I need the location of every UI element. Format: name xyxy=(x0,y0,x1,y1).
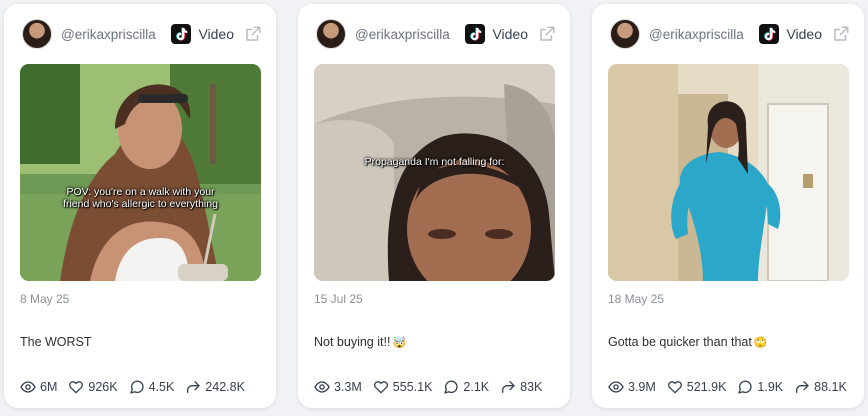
likes-stat: 521.9K xyxy=(667,379,727,395)
comments-count: 2.1K xyxy=(463,380,490,394)
avatar[interactable] xyxy=(610,19,640,49)
video-overlay-text: Propaganda I'm not falling for: xyxy=(364,156,505,168)
views-count: 3.3M xyxy=(334,380,362,394)
tiktok-icon xyxy=(465,24,485,44)
likes-stat: 926K xyxy=(68,379,118,395)
heart-icon xyxy=(68,379,84,395)
comment-icon xyxy=(443,379,459,395)
platform-label: Video xyxy=(198,26,234,42)
share-icon xyxy=(794,379,810,395)
comments-stat: 2.1K xyxy=(443,379,489,395)
username[interactable]: @erikaxpriscilla xyxy=(649,27,744,42)
heart-icon xyxy=(667,379,683,395)
external-link-icon[interactable] xyxy=(832,25,850,43)
video-thumbnail[interactable] xyxy=(608,64,849,281)
post-date: 18 May 25 xyxy=(608,292,665,306)
external-link-icon[interactable] xyxy=(538,25,556,43)
views-count: 3.9M xyxy=(628,380,656,394)
external-link-icon[interactable] xyxy=(244,25,262,43)
video-card[interactable]: @erikaxpriscilla Video Propaganda I'm no… xyxy=(298,4,570,408)
video-card[interactable]: @erikaxpriscilla Video 18 May 25 Gotta b… xyxy=(592,4,864,408)
post-caption: Not buying it!! 🤯 xyxy=(314,335,407,349)
views-stat: 6M xyxy=(20,379,57,395)
post-caption: The WORST xyxy=(20,335,92,349)
post-date: 8 May 25 xyxy=(20,292,70,306)
engagement-stats: 3.3M 555.1K 2.1K 83K xyxy=(314,379,553,395)
card-header: @erikaxpriscilla Video xyxy=(22,19,262,49)
caption-emoji: 🙄 xyxy=(753,337,768,349)
views-stat: 3.9M xyxy=(608,379,656,395)
eye-icon xyxy=(314,379,330,395)
share-icon xyxy=(185,379,201,395)
username[interactable]: @erikaxpriscilla xyxy=(61,27,156,42)
comments-count: 4.5K xyxy=(148,380,175,394)
tiktok-icon xyxy=(171,24,191,44)
video-thumbnail[interactable]: POV: you're on a walk with your friend w… xyxy=(20,64,261,281)
comments-stat: 4.5K xyxy=(129,379,175,395)
views-count: 6M xyxy=(40,380,58,394)
comment-icon xyxy=(129,379,145,395)
eye-icon xyxy=(608,379,624,395)
comment-icon xyxy=(737,379,753,395)
post-caption: Gotta be quicker than that 🙄 xyxy=(608,335,768,349)
video-card[interactable]: @erikaxpriscilla Video POV: you're on a … xyxy=(4,4,276,408)
views-stat: 3.3M xyxy=(314,379,362,395)
share-icon xyxy=(500,379,516,395)
comments-count: 1.9K xyxy=(757,380,784,394)
video-thumbnail[interactable]: Propaganda I'm not falling for: xyxy=(314,64,555,281)
engagement-stats: 6M 926K 4.5K 242.8K xyxy=(20,379,256,395)
avatar[interactable] xyxy=(316,19,346,49)
post-date: 15 Jul 25 xyxy=(314,292,363,306)
shares-stat: 242.8K xyxy=(185,379,245,395)
username[interactable]: @erikaxpriscilla xyxy=(355,27,450,42)
shares-count: 88.1K xyxy=(814,380,847,394)
likes-count: 926K xyxy=(88,380,118,394)
platform-label: Video xyxy=(786,26,822,42)
eye-icon xyxy=(20,379,36,395)
engagement-stats: 3.9M 521.9K 1.9K 88.1K xyxy=(608,379,858,395)
platform-label: Video xyxy=(492,26,528,42)
shares-count: 242.8K xyxy=(205,380,245,394)
card-header: @erikaxpriscilla Video xyxy=(316,19,556,49)
shares-stat: 88.1K xyxy=(794,379,847,395)
likes-count: 521.9K xyxy=(686,380,727,394)
shares-count: 83K xyxy=(520,380,543,394)
card-header: @erikaxpriscilla Video xyxy=(610,19,850,49)
avatar[interactable] xyxy=(22,19,52,49)
likes-stat: 555.1K xyxy=(373,379,433,395)
tiktok-icon xyxy=(759,24,779,44)
comments-stat: 1.9K xyxy=(737,379,783,395)
likes-count: 555.1K xyxy=(392,380,433,394)
caption-emoji: 🤯 xyxy=(392,337,407,349)
heart-icon xyxy=(373,379,389,395)
video-overlay-text: POV: you're on a walk with your friend w… xyxy=(63,186,218,210)
shares-stat: 83K xyxy=(500,379,542,395)
